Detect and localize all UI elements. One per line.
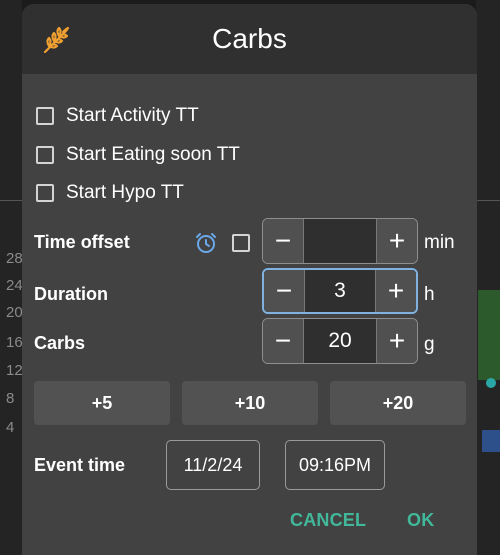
background-axis-label: 16 [6,334,23,351]
time-offset-checkbox[interactable] [232,234,250,252]
carbs-unit: g [424,334,435,355]
background-axis-label: 24 [6,277,23,294]
carbs-label: Carbs [34,333,86,353]
time-offset-label: Time offset [34,232,130,252]
checkbox-start-hypo-tt[interactable]: Start Hypo TT [36,180,184,206]
background-axis-label: 28 [6,250,23,267]
checkbox-label: Start Hypo TT [66,182,184,203]
time-offset-plus-button[interactable]: + [376,219,417,263]
event-date-field[interactable]: 11/2/24 [166,440,260,490]
background-app-left: 28 24 20 16 12 8 4 [0,0,23,555]
carbs-input[interactable]: 20 [303,319,377,363]
background-axis-label: 4 [6,419,15,436]
add-10-button[interactable]: +10 [182,381,318,425]
checkbox-box[interactable] [36,184,54,202]
time-offset-minus-button[interactable]: − [263,219,304,263]
carbs-plus-button[interactable]: + [376,319,417,363]
add-5-button[interactable]: +5 [34,381,170,425]
checkbox-label: Start Activity TT [66,105,199,126]
background-divider [476,200,500,201]
dialog-header: Carbs [22,4,477,74]
duration-stepper: − 3 + [262,268,418,314]
background-chart-bar [482,430,500,452]
time-offset-unit: min [424,232,455,253]
background-divider [0,200,22,201]
carbs-minus-button[interactable]: − [263,319,304,363]
checkbox-box[interactable] [36,107,54,125]
duration-label: Duration [34,284,108,304]
duration-unit: h [424,284,435,305]
checkbox-start-eating-soon-tt[interactable]: Start Eating soon TT [36,142,240,168]
background-chart-dot [486,378,496,388]
background-axis-label: 8 [6,390,15,407]
add-20-button[interactable]: +20 [330,381,466,425]
background-app-right [476,0,500,555]
duration-input[interactable]: 3 [304,270,376,312]
time-offset-input[interactable] [303,219,377,263]
duration-plus-button[interactable]: + [375,270,416,312]
checkbox-label: Start Eating soon TT [66,144,240,165]
event-time-field[interactable]: 09:16PM [285,440,385,490]
checkbox-box[interactable] [36,146,54,164]
cancel-button[interactable]: CANCEL [290,510,366,531]
carbs-stepper: − 20 + [262,318,418,364]
background-chart-area [478,290,500,380]
event-time-label: Event time [34,455,126,475]
dialog-title: Carbs [212,23,287,54]
carbs-dialog: Carbs Start Activity TT Start Eating soo… [22,4,477,555]
background-axis-label: 12 [6,362,23,379]
alarm-clock-icon[interactable] [194,231,218,255]
ok-button[interactable]: OK [407,510,434,531]
time-offset-stepper: − + [262,218,418,264]
checkbox-start-activity-tt[interactable]: Start Activity TT [36,103,199,129]
background-axis-label: 20 [6,304,23,321]
duration-minus-button[interactable]: − [264,270,305,312]
